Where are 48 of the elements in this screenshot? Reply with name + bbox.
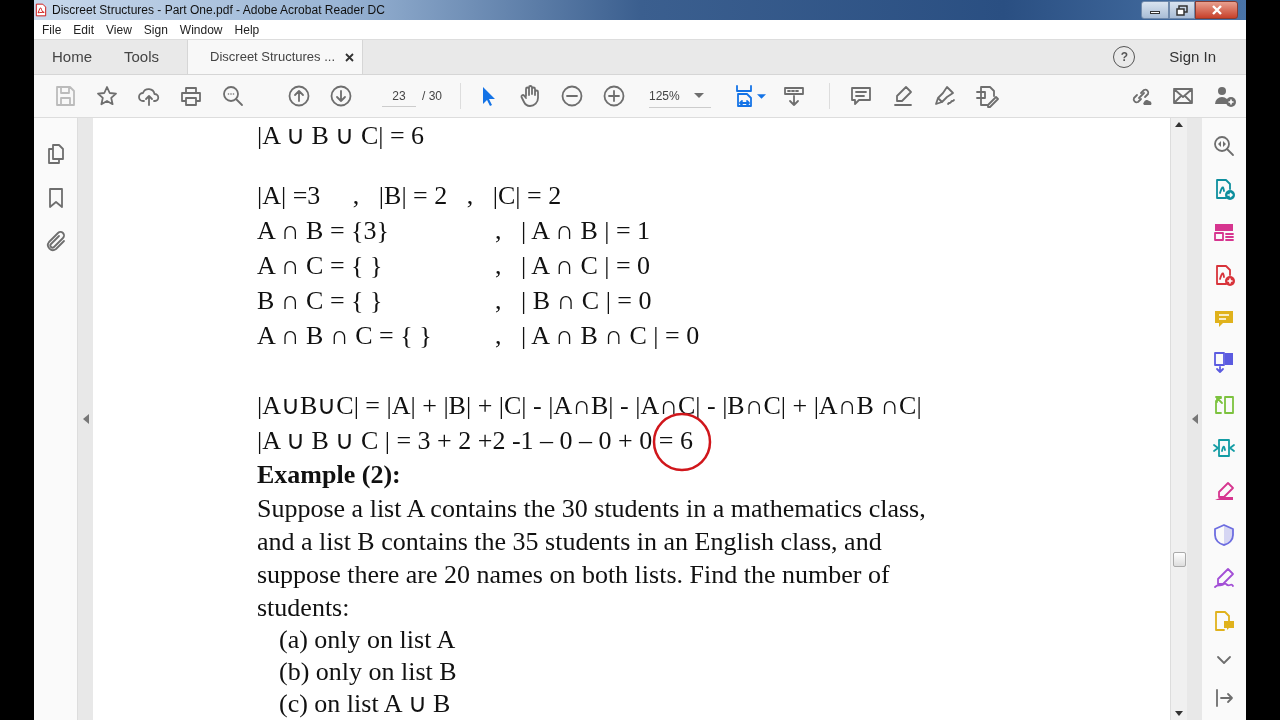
caret-icon xyxy=(756,93,766,99)
question-item: (b) only on list B xyxy=(278,656,457,688)
separator-comma: , xyxy=(495,215,503,247)
math-line: | A ∩ C | = 0 xyxy=(521,250,651,282)
page-number-field[interactable]: 23 xyxy=(382,85,416,107)
menu-item[interactable]: File xyxy=(36,20,68,39)
formula-line: |A∪B∪C| = |A| + |B| + |C| - |A∩B| - |A∩C| - |B∩C| + |A∩B ∩C| xyxy=(257,390,922,422)
tab[interactable]: Discreet Structures ... xyxy=(187,40,364,74)
close-button[interactable] xyxy=(1195,1,1238,19)
menu-item[interactable]: View xyxy=(100,20,138,39)
page-count: / 30 xyxy=(422,88,442,105)
example-heading: Example (2): xyxy=(257,459,401,491)
math-line: A ∩ C = { } xyxy=(257,250,384,282)
math-line: B ∩ C = { } xyxy=(257,285,384,317)
math-line: | A ∩ B ∩ C | = 0 xyxy=(521,320,700,352)
zoom-dropdown[interactable]: 125% xyxy=(649,84,711,108)
separator-comma: , xyxy=(495,285,503,317)
math-line: A ∩ B = {3} xyxy=(257,215,391,247)
math-line: | B ∩ C | = 0 xyxy=(521,285,652,317)
scroll-down-arrow-icon[interactable] xyxy=(1175,711,1183,716)
minimize-button[interactable] xyxy=(1141,1,1169,19)
close-icon xyxy=(1210,5,1223,15)
math-line: A ∩ B ∩ C = { } xyxy=(257,320,433,352)
collapse-arrow-icon[interactable] xyxy=(82,414,89,424)
pdf-icon xyxy=(34,3,48,17)
math-line: | A ∩ B | = 1 xyxy=(521,215,651,247)
menu-item[interactable]: Help xyxy=(228,20,266,39)
tab[interactable]: Home xyxy=(36,40,108,74)
math-line: |A ∪ B ∪ C | = 3 + 2 +2 -1 – 0 – 0 + 0 = 6 xyxy=(257,425,693,457)
restore-button[interactable] xyxy=(1169,1,1195,19)
sign-in-button[interactable]: Sign In xyxy=(1163,40,1222,74)
menu-item[interactable]: Window xyxy=(173,20,229,39)
caret-icon xyxy=(693,93,704,98)
scrollbar-thumb[interactable] xyxy=(1173,552,1186,567)
separator-comma: , xyxy=(495,320,503,352)
menu-item[interactable]: Sign xyxy=(137,20,174,39)
math-line: |A| =3 , |B| = 2 , |C| = 2 xyxy=(257,180,562,212)
separator-comma: , xyxy=(495,250,503,282)
scroll-up-arrow-icon[interactable] xyxy=(1175,122,1183,127)
question-item: (a) only on list A xyxy=(278,624,456,656)
restore-icon xyxy=(1176,4,1188,16)
menu-item[interactable]: Edit xyxy=(67,20,101,39)
window-title: Discreet Structures - Part One.pdf - Adobe Acrobat Reader DC xyxy=(52,2,385,19)
paragraph: Suppose a list A contains the 30 students in a mathematics class, and a list B contains the 35 students in an English class, and suppose there are 20 names on both lists. Find the number of students: xyxy=(257,493,926,624)
tab[interactable]: Tools xyxy=(108,40,176,74)
math-line: |A ∪ B ∪ C| = 6 xyxy=(257,120,425,152)
collapse-arrow-icon[interactable] xyxy=(1191,414,1198,424)
question-item: (c) on list A ∪ B xyxy=(278,688,451,720)
